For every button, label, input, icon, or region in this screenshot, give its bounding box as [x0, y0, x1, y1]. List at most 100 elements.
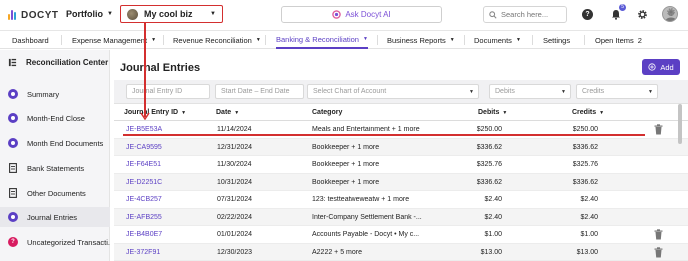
nav-label: Settings: [543, 35, 571, 45]
column-credits[interactable]: Credits ▼: [572, 109, 604, 116]
sidebar-title: Reconciliation Center: [26, 58, 109, 67]
table-row[interactable]: JE-B4B0E7 01/01/2024 Accounts Payable - …: [114, 226, 688, 244]
sidebar-item-label: Summary: [27, 89, 60, 99]
sidebar-item-month-end-close[interactable]: Month-End Close: [0, 108, 110, 128]
column-category: Category: [312, 109, 342, 116]
column-label: Date: [216, 109, 232, 116]
table-header: Journal Entry ID ▼ Date ▼ Category Debit…: [114, 104, 688, 121]
help-button[interactable]: ?: [581, 8, 594, 21]
filter-settings-button[interactable]: [664, 4, 678, 19]
journal-entry-id-filter[interactable]: Journal Entry ID: [126, 84, 210, 99]
question-icon: ?: [8, 237, 18, 247]
filter-bar: Journal Entry ID Start Date – End Date S…: [114, 80, 688, 104]
nav-label: Banking & Reconciliation: [276, 34, 359, 44]
journal-entry-id-link[interactable]: JE-4CB257: [126, 196, 162, 203]
annotation-line: [144, 23, 146, 117]
sidebar-item-journal-entries[interactable]: Journal Entries: [0, 207, 110, 227]
journal-entry-id-link[interactable]: JE-D2251C: [126, 179, 162, 186]
nav-open-items[interactable]: Open Items 2: [595, 31, 642, 49]
top-bar: DOCYT Portfolio ▼ My cool biz ▼ Ask Docy…: [0, 0, 688, 31]
main-nav: Dashboard Expense Management ▼ Revenue R…: [0, 31, 688, 49]
column-journal-entry-id[interactable]: Journal Entry ID ▼: [124, 109, 186, 116]
table-row[interactable]: JE-4CB257 07/31/2024 123: testteatweweat…: [114, 191, 688, 209]
category-cell: Bookkeeper + 1 more: [312, 143, 380, 151]
table-row[interactable]: JE-D2251C 10/31/2024 Bookkeeper + 1 more…: [114, 173, 688, 191]
table-row[interactable]: JE-F64E51 11/30/2024 Bookkeeper + 1 more…: [114, 156, 688, 174]
chevron-down-icon: ▼: [561, 88, 566, 95]
nav-settings[interactable]: Settings: [543, 31, 570, 49]
notifications-button[interactable]: 5: [609, 4, 626, 21]
category-cell: Accounts Payable - Docyt • My c...: [312, 231, 420, 238]
nav-banking-reconciliation[interactable]: Banking & Reconciliation ▼: [276, 31, 368, 49]
sort-arrow-icon: ▼: [599, 109, 605, 116]
date-cell: 02/22/2024: [217, 213, 253, 221]
credits-cell: $336.62: [572, 143, 598, 151]
sort-arrow-icon: ▼: [502, 109, 508, 116]
ai-sparkle-icon: [332, 10, 342, 19]
chart-of-account-select[interactable]: Select Chart of Account ▼: [307, 84, 479, 99]
journal-entry-id-link[interactable]: JE-B5E53A: [126, 126, 162, 133]
trash-icon[interactable]: [654, 229, 663, 240]
ask-ai-label: Ask Docyt AI: [345, 10, 391, 19]
business-selector[interactable]: My cool biz ▼: [120, 5, 223, 23]
settings-button[interactable]: [636, 8, 649, 21]
business-name: My cool biz: [144, 9, 193, 19]
table-row[interactable]: JE-AFB255 02/22/2024 Inter-Company Settl…: [114, 208, 688, 226]
credits-cell: $13.00: [576, 248, 598, 256]
month-end-close-icon: [8, 113, 18, 123]
journal-entry-id-link[interactable]: JE-B4B0E7: [126, 231, 162, 238]
journal-entries-icon: [8, 212, 18, 222]
sidebar-item-summary[interactable]: Summary: [0, 84, 110, 104]
nav-dashboard[interactable]: Dashboard: [12, 31, 49, 49]
journal-entry-id-link[interactable]: JE-AFB255: [126, 214, 162, 221]
column-debits[interactable]: Debits ▼: [478, 109, 507, 116]
sidebar-item-label: Month-End Close: [27, 113, 85, 123]
nav-revenue-reconciliation[interactable]: Revenue Reconciliation ▼: [173, 31, 261, 49]
bell-icon: [611, 10, 620, 20]
table-row[interactable]: JE-B5E53A 11/14/2024 Meals and Entertain…: [114, 121, 688, 139]
debits-cell: $2.40: [484, 213, 502, 221]
filter-placeholder: Credits: [582, 88, 605, 95]
debits-filter[interactable]: Debits ▼: [489, 84, 571, 99]
credits-filter[interactable]: Credits ▼: [576, 84, 658, 99]
nav-documents[interactable]: Documents ▼: [474, 31, 521, 49]
portfolio-dropdown[interactable]: Portfolio ▼: [66, 9, 113, 19]
nav-divider: [61, 35, 62, 45]
help-icon: ?: [582, 9, 593, 20]
trash-icon[interactable]: [654, 124, 663, 135]
add-journal-entry-button[interactable]: Add: [642, 59, 680, 75]
table-scrollbar[interactable]: [678, 104, 682, 144]
trash-icon[interactable]: [654, 246, 663, 258]
category-cell: Bookkeeper + 1 more: [312, 161, 380, 168]
chevron-down-icon: ▼: [515, 37, 521, 43]
docyt-logo[interactable]: DOCYT: [8, 9, 59, 21]
sidebar-item-other-documents[interactable]: Other Documents: [0, 183, 110, 203]
global-search[interactable]: [483, 6, 567, 23]
portfolio-label: Portfolio: [66, 9, 103, 19]
journal-entry-id-link[interactable]: JE-F64E51: [126, 161, 161, 168]
sidebar-item-uncategorized-transactions[interactable]: ? Uncategorized Transacti...: [0, 232, 110, 252]
column-date[interactable]: Date ▼: [216, 109, 239, 116]
nav-label: Expense Management: [72, 35, 148, 45]
menu-icon[interactable]: [8, 58, 17, 67]
logo-text: DOCYT: [21, 9, 59, 21]
date-cell: 12/31/2024: [217, 143, 253, 151]
search-input[interactable]: [501, 10, 561, 19]
category-cell: 123: testteatweweatw + 1 more: [312, 196, 410, 203]
journal-entry-id-link[interactable]: JE-372F91: [126, 249, 160, 256]
sort-arrow-icon: ▼: [234, 109, 240, 116]
gear-icon: [667, 7, 675, 16]
nav-business-reports[interactable]: Business Reports ▼: [387, 31, 455, 49]
ask-docyt-ai-button[interactable]: Ask Docyt AI: [281, 6, 442, 23]
chevron-down-icon: ▼: [255, 37, 261, 43]
table-row[interactable]: JE-CA9595 12/31/2024 Bookkeeper + 1 more…: [114, 138, 688, 156]
credits-cell: $325.76: [572, 161, 598, 168]
sidebar-item-month-end-documents[interactable]: Month End Documents ▲: [0, 133, 110, 153]
date-range-filter[interactable]: Start Date – End Date: [215, 84, 304, 99]
journal-entry-id-link[interactable]: JE-CA9595: [126, 144, 162, 151]
credits-cell: $1.00: [580, 231, 598, 238]
table-row[interactable]: JE-372F91 12/30/2023 A2222 + 5 more $13.…: [114, 243, 688, 261]
debits-cell: $336.62: [476, 178, 502, 186]
date-cell: 01/01/2024: [217, 231, 253, 238]
sidebar-item-bank-statements[interactable]: Bank Statements: [0, 158, 110, 178]
